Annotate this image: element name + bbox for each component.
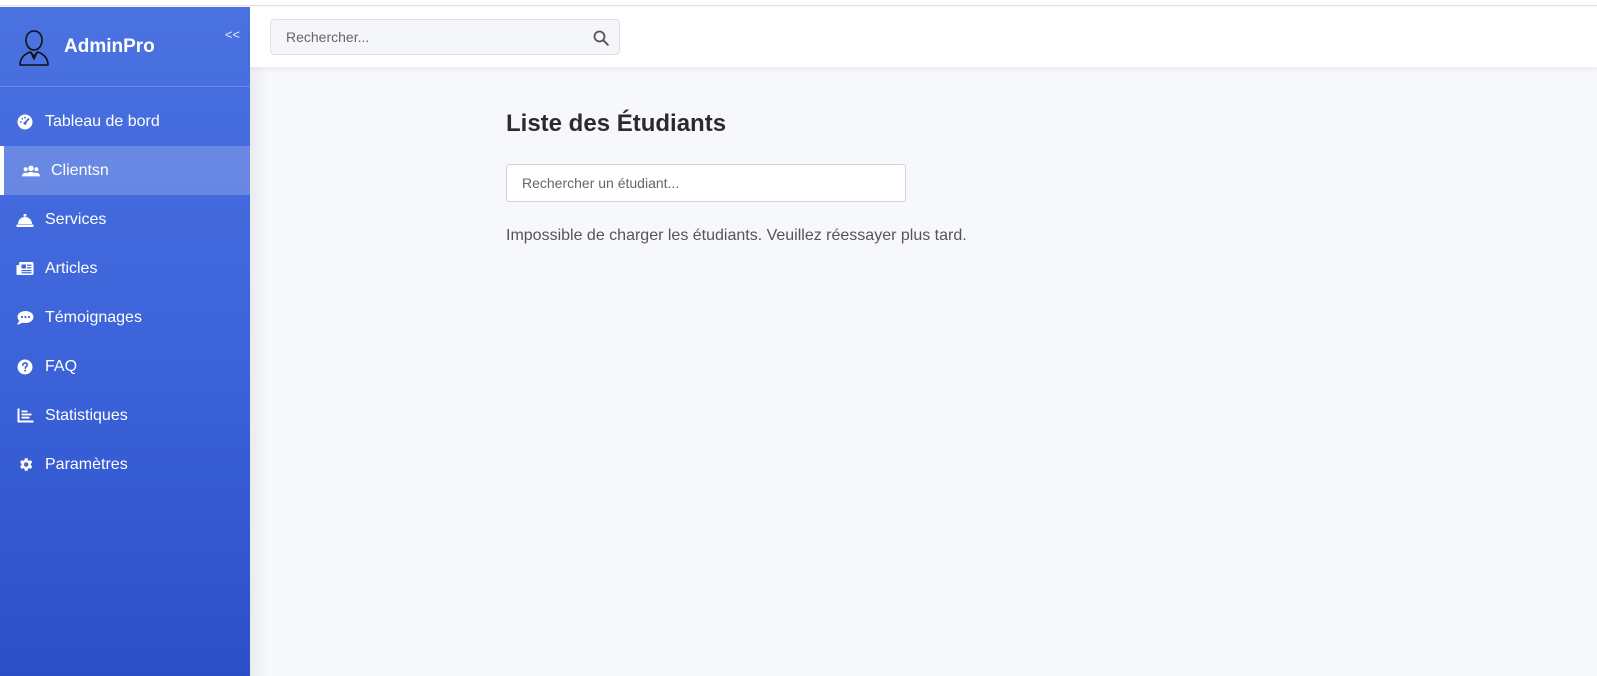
question-icon [16, 358, 34, 376]
sidebar-item-label: Témoignages [45, 308, 142, 326]
sidebar-item-label: Statistiques [45, 406, 128, 424]
collapse-sidebar-button[interactable]: << [225, 27, 240, 42]
brand: AdminPro << [0, 7, 250, 87]
sidebar-item-label: Paramètres [45, 455, 128, 473]
page-title: Liste des Étudiants [506, 110, 727, 137]
search-icon[interactable] [593, 30, 609, 46]
global-search [270, 19, 620, 55]
service-bell-icon [16, 211, 34, 229]
comment-icon [16, 309, 34, 327]
sidebar-item-faq[interactable]: FAQ [0, 342, 250, 391]
sidebar-item-parametres[interactable]: Paramètres [0, 440, 250, 489]
top-border [0, 0, 1597, 6]
student-search-input[interactable] [506, 164, 906, 202]
main-content: Liste des Étudiants Impossible de charge… [506, 110, 967, 245]
brand-name: AdminPro [64, 35, 155, 57]
sidebar-item-temoignages[interactable]: Témoignages [0, 293, 250, 342]
sidebar-item-services[interactable]: Services [0, 195, 250, 244]
top-header [250, 7, 1597, 67]
sidebar-shadow [250, 67, 268, 676]
sidebar-item-label: Tableau de bord [45, 112, 160, 130]
sidebar-item-label: Articles [45, 259, 98, 277]
sidebar-item-label: Services [45, 210, 107, 228]
sidebar-item-statistiques[interactable]: Statistiques [0, 391, 250, 440]
users-icon [22, 162, 40, 180]
sidebar: AdminPro << Tableau de bord Clientsn Ser… [0, 7, 250, 676]
error-message: Impossible de charger les étudiants. Veu… [506, 227, 967, 244]
sidebar-item-articles[interactable]: Articles [0, 244, 250, 293]
sidebar-nav: Tableau de bord Clientsn Services Articl… [0, 97, 250, 489]
sidebar-item-label: Clientsn [51, 161, 109, 179]
newspaper-icon [16, 260, 34, 278]
gear-icon [16, 456, 34, 474]
user-avatar-icon [19, 29, 49, 66]
dashboard-icon [16, 113, 34, 131]
global-search-input[interactable] [271, 20, 571, 54]
sidebar-item-label: FAQ [45, 357, 78, 375]
sidebar-item-clients[interactable]: Clientsn [0, 146, 250, 195]
chart-icon [16, 407, 34, 425]
sidebar-item-tableau-de-bord[interactable]: Tableau de bord [0, 97, 250, 146]
